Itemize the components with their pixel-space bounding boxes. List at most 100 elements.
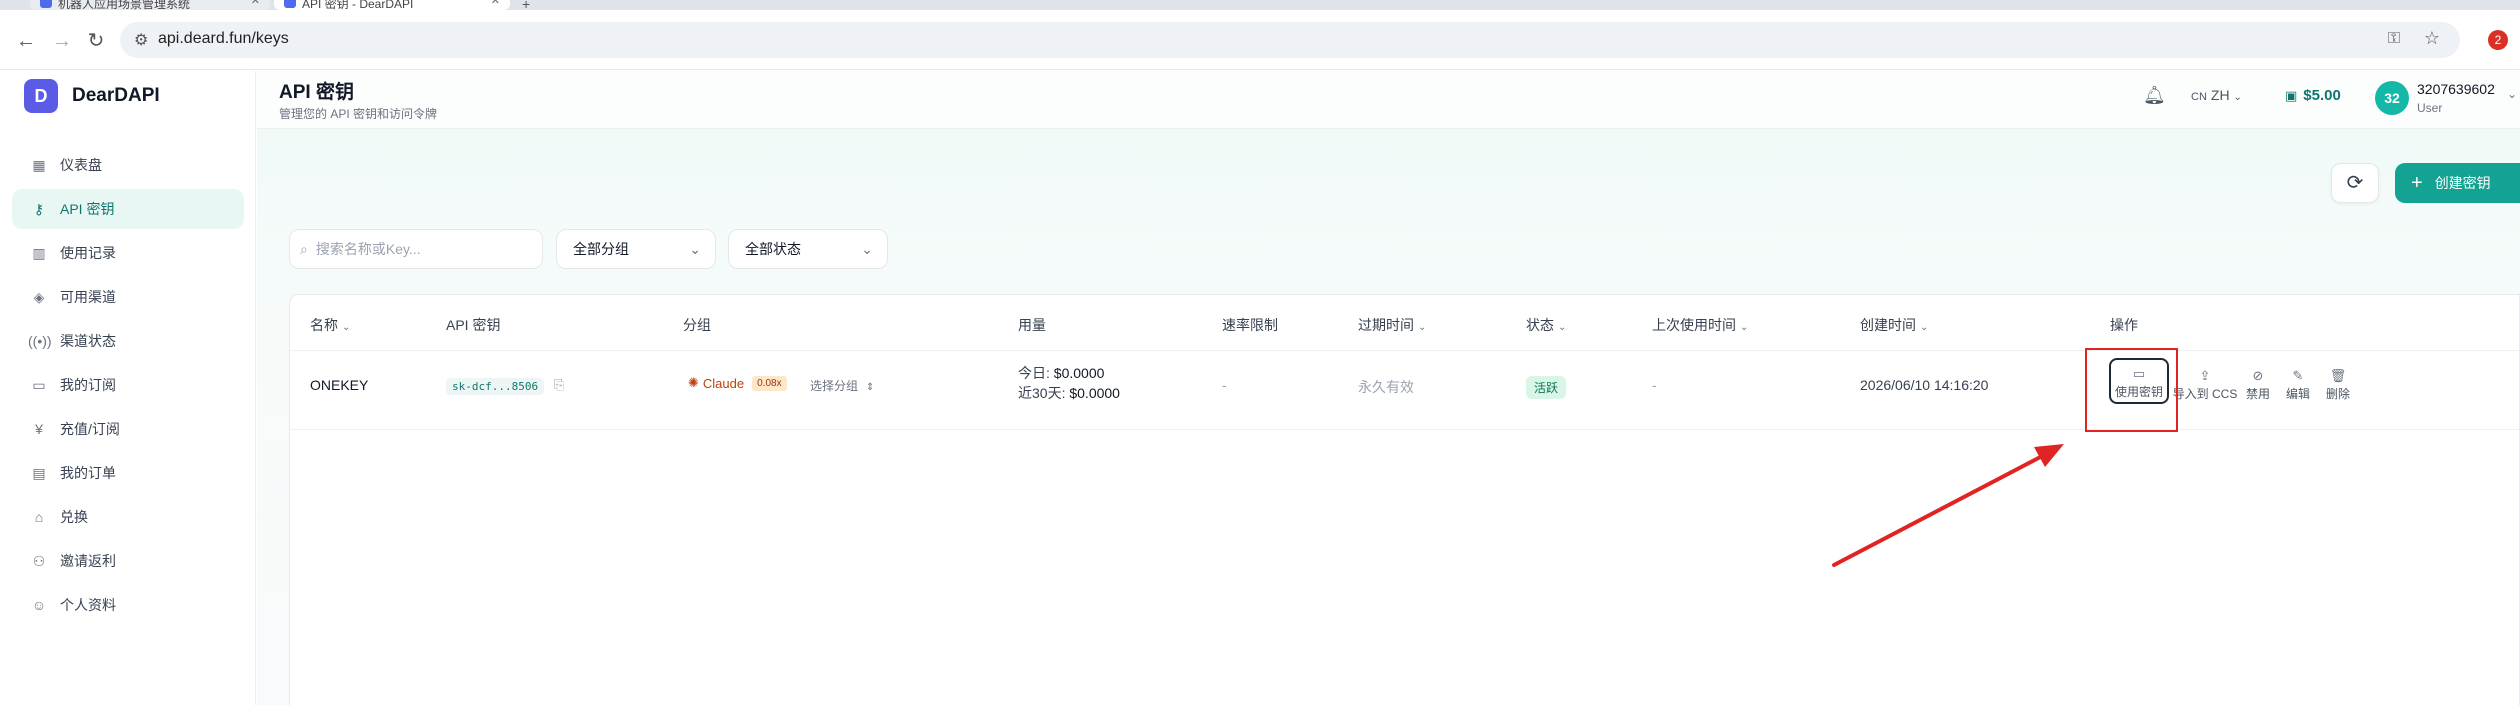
sidebar-item-redeem[interactable]: ⌂ 兑换 [12, 497, 244, 537]
sidebar-item-referral[interactable]: ⚇ 邀请返利 [12, 541, 244, 581]
status-filter-select[interactable]: 全部状态 ⌄ [728, 229, 888, 269]
tab-close-icon[interactable]: ✕ [491, 0, 500, 7]
column-header-status[interactable]: 状态 ⌄ [1526, 315, 1566, 335]
edit-button[interactable]: ✎ 编辑 [2276, 369, 2320, 402]
column-label: 名称 [310, 317, 338, 333]
column-header-created[interactable]: 创建时间 ⌄ [1860, 315, 1928, 335]
create-key-label: 创建密钥 [2434, 175, 2491, 191]
sidebar-item-recharge[interactable]: ¥ 充值/订阅 [12, 409, 244, 449]
sidebar-item-label: API 密钥 [60, 201, 115, 217]
api-key-value[interactable]: sk-dcf...8506 [446, 378, 545, 395]
browser-tab-active[interactable]: API 密钥 - DearDAPI ✕ [274, 0, 510, 10]
sidebar-item-label: 我的订阅 [60, 377, 116, 393]
create-key-button[interactable]: + 创建密钥 [2395, 163, 2520, 203]
refresh-button[interactable]: ⟳ [2331, 163, 2379, 203]
address-bar[interactable]: ⚙ api.deard.fun/keys ⚿ ☆ [120, 22, 2460, 58]
usage-30d: 近30天: $0.0000 [1018, 383, 1120, 403]
import-ccs-button[interactable]: ⇪ 导入到 CCS [2172, 369, 2238, 402]
cash-icon: ▣ [2285, 88, 2298, 103]
ban-icon: ⊘ [2252, 368, 2264, 383]
column-label: 上次使用时间 [1652, 317, 1736, 333]
group-filter-select[interactable]: 全部分组 ⌄ [556, 229, 716, 269]
sidebar-item-label: 兑换 [60, 509, 88, 525]
user-icon: ☺ [31, 597, 47, 613]
highlight-box [2085, 348, 2178, 432]
column-label: API 密钥 [446, 317, 501, 333]
usage-today-label: 今日: [1018, 365, 1050, 381]
copy-icon[interactable]: ⎘ [554, 377, 564, 393]
reload-icon[interactable]: ↻ [84, 30, 108, 54]
forward-arrow-icon[interactable]: → [50, 30, 74, 54]
keys-table: 名称 ⌄ API 密钥 分组 用量 速率限制 过期时间 ⌄ 状态 ⌄ 上次使用时间 ⌄ … [289, 294, 2520, 705]
sort-icon: ⌄ [1558, 322, 1567, 333]
sidebar-item-channels[interactable]: ◈ 可用渠道 [12, 277, 244, 317]
sort-icon: ⌄ [342, 322, 351, 333]
rate-limit-value: - [1222, 377, 1227, 393]
sidebar-item-dashboard[interactable]: ▦ 仪表盘 [12, 145, 244, 185]
bell-icon[interactable]: 🔔︎ [2143, 85, 2166, 106]
brand[interactable]: D DearDAPI [24, 79, 160, 113]
column-label: 状态 [1526, 317, 1554, 333]
select-group-label: 选择分组 [810, 379, 859, 393]
main-content: API 密钥 管理您的 API 密钥和访问令牌 🔔︎ CN ZH ⌄ ▣ $5.00… [257, 71, 2520, 705]
chevron-down-icon: ⌄ [689, 241, 701, 257]
sidebar-item-label: 使用记录 [60, 245, 116, 261]
column-header-rate-limit: 速率限制 [1222, 315, 1278, 335]
users-icon: ⚇ [32, 552, 46, 569]
sidebar-item-profile[interactable]: ☺ 个人资料 [12, 585, 244, 625]
brand-name: DearDAPI [72, 85, 160, 106]
status-filter-value: 全部状态 [745, 241, 801, 257]
column-header-actions: 操作 [2110, 315, 2138, 335]
browser-tabstrip: 机器人应用场景管理系统 ✕ API 密钥 - DearDAPI ✕ + [0, 0, 2520, 12]
balance-amount: $5.00 [2303, 87, 2341, 104]
key-icon: ⚷ [33, 200, 45, 217]
plus-icon: + [2411, 171, 2423, 194]
row-divider [290, 429, 2520, 430]
extension-badge[interactable]: 2 [2488, 30, 2508, 50]
select-group-button[interactable]: 选择分组 ⇕ [810, 377, 874, 394]
sidebar-item-orders[interactable]: ▤ 我的订单 [12, 453, 244, 493]
column-header-last-used[interactable]: 上次使用时间 ⌄ [1652, 315, 1748, 335]
delete-label: 删除 [2325, 387, 2350, 401]
language-switcher[interactable]: CN ZH ⌄ [2191, 87, 2242, 103]
card-icon: ▭ [32, 376, 46, 393]
last-used-value: - [1652, 377, 1657, 393]
bookmark-star-icon[interactable]: ☆ [2424, 28, 2440, 49]
sidebar-item-channel-status[interactable]: ((•)) 渠道状态 [12, 321, 244, 361]
user-role: User [2417, 101, 2443, 115]
search-input[interactable]: ⌕ 搜索名称或Key... [289, 229, 543, 269]
disable-label: 禁用 [2245, 387, 2270, 401]
tab-close-icon[interactable]: ✕ [251, 0, 260, 7]
chevron-down-icon[interactable]: ⌄ [2507, 87, 2517, 101]
sidebar-item-label: 我的订单 [60, 465, 116, 481]
column-header-usage: 用量 [1018, 315, 1046, 335]
sidebar-item-label: 可用渠道 [60, 289, 116, 305]
sidebar: D DearDAPI ▦ 仪表盘 ⚷ API 密钥 ▥ 使用记录 ◈ 可用渠道 ((•)… [0, 71, 256, 705]
trash-icon: 🗑︎ [2329, 368, 2347, 383]
delete-button[interactable]: 🗑︎ 删除 [2316, 369, 2360, 402]
header-divider [290, 350, 2520, 351]
usage-30d-value: $0.0000 [1069, 385, 1120, 401]
avatar[interactable]: 32 [2375, 81, 2409, 115]
sidebar-item-subscriptions[interactable]: ▭ 我的订阅 [12, 365, 244, 405]
group-filter-value: 全部分组 [573, 241, 629, 257]
sidebar-item-usage[interactable]: ▥ 使用记录 [12, 233, 244, 273]
user-name[interactable]: 3207639602 [2417, 81, 2495, 97]
balance-display[interactable]: ▣ $5.00 [2285, 87, 2341, 104]
sidebar-item-label: 充值/订阅 [60, 421, 120, 437]
disable-button[interactable]: ⊘ 禁用 [2236, 369, 2280, 402]
usage-30d-label: 近30天: [1018, 385, 1066, 401]
bar-chart-icon: ▥ [32, 244, 46, 261]
page-title: API 密钥 [279, 82, 354, 103]
site-settings-icon[interactable]: ⚙ [134, 30, 148, 50]
back-arrow-icon[interactable]: ← [14, 30, 38, 54]
column-header-expires[interactable]: 过期时间 ⌄ [1358, 315, 1426, 335]
url-text[interactable]: api.deard.fun/keys [158, 30, 289, 48]
sidebar-item-api-keys[interactable]: ⚷ API 密钥 [12, 189, 244, 229]
tab-favicon-icon [284, 0, 296, 8]
password-key-icon[interactable]: ⚿ [2388, 30, 2400, 48]
column-header-name[interactable]: 名称 ⌄ [310, 315, 350, 335]
browser-toolbar: ← → ↻ ⚙ api.deard.fun/keys ⚿ ☆ 2 [0, 10, 2520, 70]
column-label: 操作 [2110, 317, 2138, 333]
browser-tab[interactable]: 机器人应用场景管理系统 ✕ [30, 0, 270, 10]
